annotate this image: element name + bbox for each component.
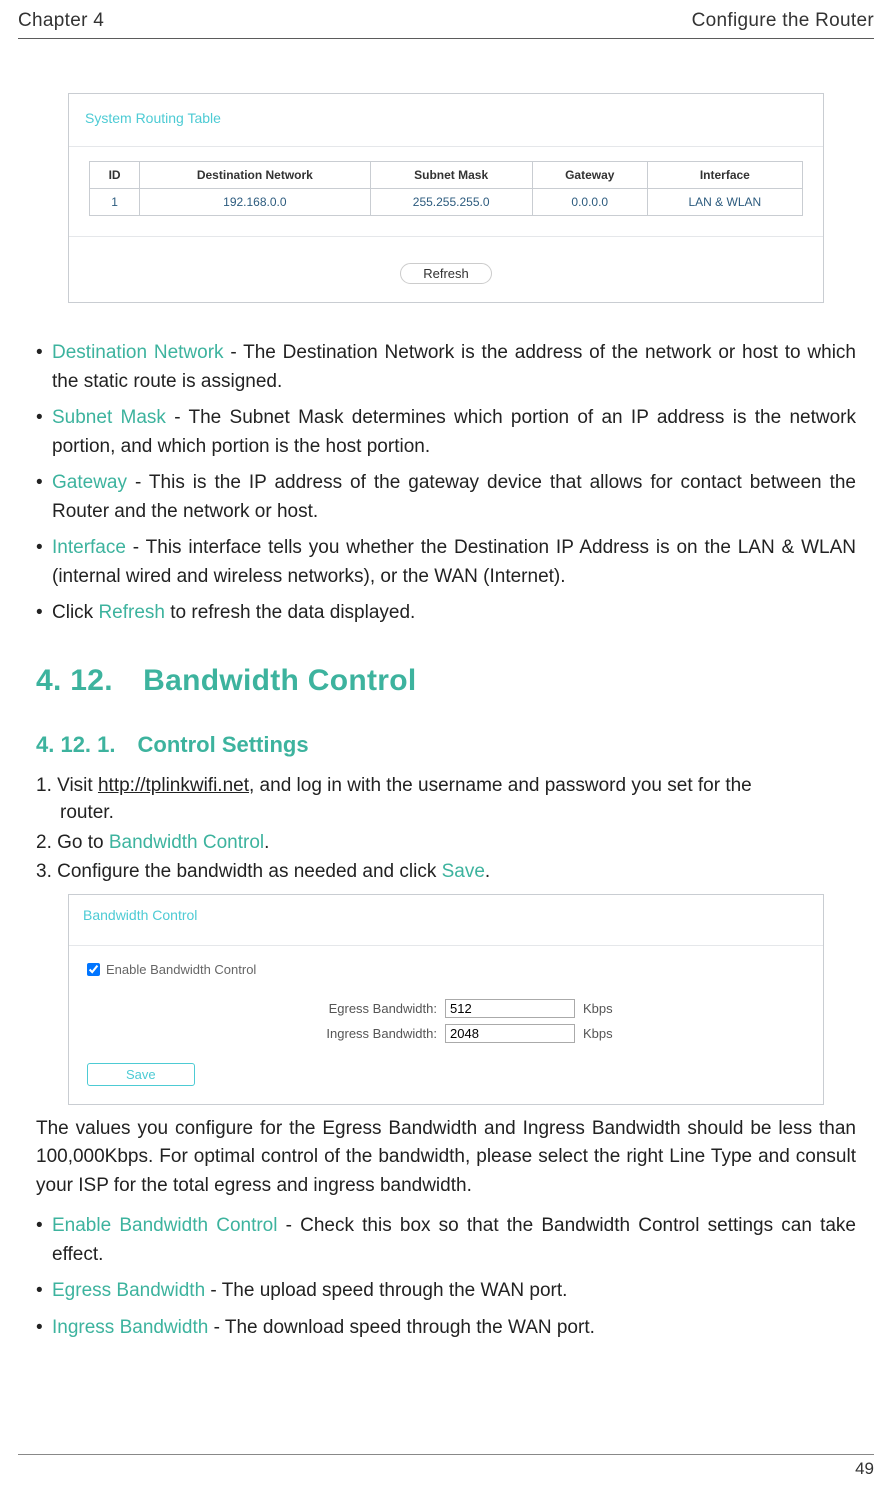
list-item: Subnet Mask - The Subnet Mask determines… — [36, 404, 856, 461]
def-text: - This is the IP address of the gateway … — [52, 472, 856, 522]
egress-unit: Kbps — [583, 1001, 613, 1016]
table-row: 1 192.168.0.0 255.255.255.0 0.0.0.0 LAN … — [90, 189, 803, 216]
list-item: Destination Network - The Destination Ne… — [36, 339, 856, 396]
def-text: - The upload speed through the WAN port. — [205, 1280, 567, 1301]
cell-gw: 0.0.0.0 — [532, 189, 647, 216]
refresh-button[interactable]: Refresh — [400, 263, 492, 284]
setup-steps: 1. Visit http://tplinkwifi.net, and log … — [36, 772, 856, 886]
def-text: - This interface tells you whether the D… — [52, 537, 856, 587]
list-item: Enable Bandwidth Control - Check this bo… — [36, 1212, 856, 1269]
step1-pre: 1. Visit — [36, 775, 98, 796]
enable-bandwidth-row: Enable Bandwidth Control — [87, 962, 805, 977]
routing-panel-title: System Routing Table — [69, 110, 823, 147]
step3-pre: 3. Configure the bandwidth as needed and… — [36, 861, 442, 882]
list-item: Egress Bandwidth - The upload speed thro… — [36, 1277, 856, 1306]
section-heading-bandwidth-control: 4. 12. Bandwidth Control — [36, 664, 856, 698]
term-refresh: Refresh — [98, 602, 165, 623]
step3-post: . — [485, 861, 490, 882]
term-subnet-mask: Subnet Mask — [52, 407, 166, 428]
term-ingress-bandwidth: Ingress Bandwidth — [52, 1317, 208, 1338]
routing-table: ID Destination Network Subnet Mask Gatew… — [89, 161, 803, 216]
bw-panel-title: Bandwidth Control — [69, 895, 823, 946]
cell-id: 1 — [90, 189, 140, 216]
cell-mask: 255.255.255.0 — [370, 189, 532, 216]
table-header-row: ID Destination Network Subnet Mask Gatew… — [90, 162, 803, 189]
enable-bandwidth-label: Enable Bandwidth Control — [106, 962, 256, 977]
refresh-container: Refresh — [69, 236, 823, 284]
enable-bandwidth-checkbox[interactable] — [87, 963, 100, 976]
bandwidth-definitions-list: Enable Bandwidth Control - Check this bo… — [36, 1212, 856, 1342]
term-egress-bandwidth: Egress Bandwidth — [52, 1280, 205, 1301]
step1-post: , and log in with the username and passw… — [249, 775, 752, 796]
def-text: - The download speed through the WAN por… — [208, 1317, 595, 1338]
cell-iface: LAN & WLAN — [647, 189, 802, 216]
step2-pre: 2. Go to — [36, 832, 109, 853]
chapter-label: Chapter 4 — [18, 10, 104, 32]
list-item: Interface - This interface tells you whe… — [36, 534, 856, 591]
col-destination-network: Destination Network — [140, 162, 370, 189]
page-title: Configure the Router — [692, 10, 874, 32]
refresh-post: to refresh the data displayed. — [165, 602, 415, 623]
term-bandwidth-control: Bandwidth Control — [109, 832, 264, 853]
subsection-heading-control-settings: 4. 12. 1. Control Settings — [36, 732, 856, 758]
list-item: Ingress Bandwidth - The download speed t… — [36, 1314, 856, 1343]
page-header: Chapter 4 Configure the Router — [18, 10, 874, 39]
ingress-unit: Kbps — [583, 1026, 613, 1041]
bandwidth-control-panel: Bandwidth Control Enable Bandwidth Contr… — [68, 894, 824, 1105]
ingress-label: Ingress Bandwidth: — [287, 1026, 437, 1041]
step1-cont: router. — [36, 799, 856, 827]
term-destination-network: Destination Network — [52, 342, 224, 363]
col-gateway: Gateway — [532, 162, 647, 189]
page-number: 49 — [855, 1459, 874, 1478]
step-1: 1. Visit http://tplinkwifi.net, and log … — [36, 772, 856, 827]
egress-label: Egress Bandwidth: — [287, 1001, 437, 1016]
save-button[interactable]: Save — [87, 1063, 195, 1086]
page-footer: 49 — [18, 1454, 874, 1479]
system-routing-table-panel: System Routing Table ID Destination Netw… — [68, 93, 824, 303]
term-enable-bandwidth-control: Enable Bandwidth Control — [52, 1215, 277, 1236]
term-save: Save — [442, 861, 485, 882]
routing-definitions-list: Destination Network - The Destination Ne… — [36, 339, 856, 628]
ingress-input[interactable] — [445, 1024, 575, 1043]
egress-row: Egress Bandwidth: Kbps — [287, 999, 805, 1018]
step-3: 3. Configure the bandwidth as needed and… — [36, 858, 856, 886]
col-id: ID — [90, 162, 140, 189]
list-item: Click Refresh to refresh the data displa… — [36, 599, 856, 628]
bandwidth-note: The values you configure for the Egress … — [36, 1115, 856, 1201]
term-gateway: Gateway — [52, 472, 127, 493]
list-item: Gateway - This is the IP address of the … — [36, 469, 856, 526]
term-interface: Interface — [52, 537, 126, 558]
step2-post: . — [264, 832, 269, 853]
egress-input[interactable] — [445, 999, 575, 1018]
col-subnet-mask: Subnet Mask — [370, 162, 532, 189]
step-2: 2. Go to Bandwidth Control. — [36, 829, 856, 857]
col-interface: Interface — [647, 162, 802, 189]
tplinkwifi-link[interactable]: http://tplinkwifi.net — [98, 775, 249, 796]
cell-dest: 192.168.0.0 — [140, 189, 370, 216]
bw-panel-body: Enable Bandwidth Control Egress Bandwidt… — [69, 948, 823, 1104]
ingress-row: Ingress Bandwidth: Kbps — [287, 1024, 805, 1043]
refresh-pre: Click — [52, 602, 98, 623]
def-text: - The Subnet Mask determines which porti… — [52, 407, 856, 457]
